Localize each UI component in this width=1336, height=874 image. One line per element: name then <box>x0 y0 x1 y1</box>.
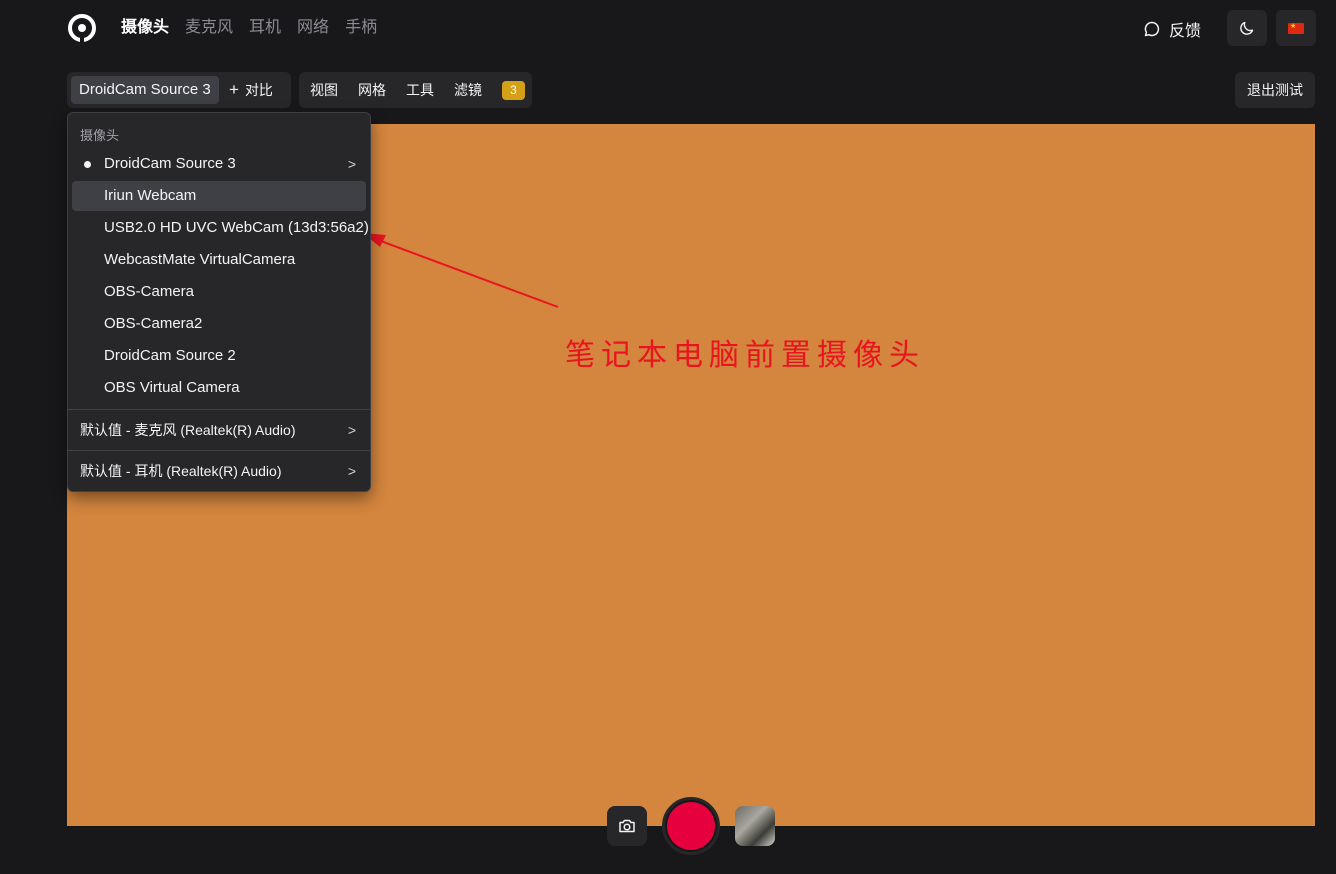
dropdown-header: 摄像头 <box>80 128 120 143</box>
annotation-text: 笔记本电脑前置摄像头 <box>565 338 925 373</box>
camera-option-iriun[interactable]: Iriun Webcam <box>72 181 366 211</box>
grid-button[interactable]: 网格 <box>358 80 386 100</box>
language-button[interactable] <box>1276 10 1316 46</box>
snapshot-button[interactable] <box>607 806 647 846</box>
camera-option-label: OBS Virtual Camera <box>104 379 240 396</box>
camera-option-usb-uvc[interactable]: USB2.0 HD UVC WebCam (13d3:56a2) <box>72 213 369 243</box>
headphone-submenu-label: 默认值 - 耳机 (Realtek(R) Audio) <box>80 463 282 479</box>
exit-test-button[interactable]: 退出测试 <box>1235 72 1315 108</box>
filter-button[interactable]: 滤镜 <box>454 80 482 100</box>
tab-microphone[interactable]: 麦克风 <box>185 17 233 39</box>
camera-option-label: Iriun Webcam <box>104 187 197 204</box>
microphone-submenu-label: 默认值 - 麦克风 (Realtek(R) Audio) <box>80 422 296 438</box>
compare-label: 对比 <box>244 82 273 98</box>
dropdown-divider <box>68 409 370 410</box>
filter-count-badge: 3 <box>502 80 525 100</box>
feedback-label: 反馈 <box>1169 23 1202 40</box>
china-flag-icon <box>1288 22 1304 34</box>
theme-toggle-button[interactable] <box>1227 10 1267 46</box>
camera-option-label: USB2.0 HD UVC WebCam (13d3:56a2) <box>104 219 369 236</box>
view-button[interactable]: 视图 <box>310 80 338 100</box>
camera-dropdown: 摄像头 DroidCam Source 3 > Iriun Webcam USB… <box>67 112 371 492</box>
chevron-right-icon: > <box>347 422 356 438</box>
camera-option-webcastmate[interactable]: WebcastMate VirtualCamera <box>72 245 366 275</box>
tab-gamepad[interactable]: 手柄 <box>345 17 377 39</box>
headphone-submenu[interactable]: 默认值 - 耳机 (Realtek(R) Audio) > <box>72 453 366 489</box>
camera-option-label: OBS-Camera2 <box>104 315 203 332</box>
last-capture-thumbnail[interactable] <box>735 806 775 846</box>
moon-icon <box>1240 21 1254 35</box>
tab-network[interactable]: 网络 <box>297 17 329 39</box>
record-button[interactable] <box>662 797 720 855</box>
dropdown-divider <box>68 450 370 451</box>
record-dot <box>667 802 715 850</box>
source-select-button[interactable]: DroidCam Source 3 <box>71 76 219 104</box>
camera-option-label: WebcastMate VirtualCamera <box>104 251 296 268</box>
tab-headphones[interactable]: 耳机 <box>249 17 281 39</box>
chevron-right-icon: > <box>347 156 356 172</box>
view-toolbar: 视图 网格 工具 滤镜 3 <box>299 72 532 108</box>
microphone-submenu[interactable]: 默认值 - 麦克风 (Realtek(R) Audio) > <box>72 412 366 448</box>
camera-option-obs-camera[interactable]: OBS-Camera <box>72 277 366 307</box>
tools-button[interactable]: 工具 <box>406 80 434 100</box>
compare-button[interactable]: + 对比 <box>229 76 273 104</box>
camera-option-label: DroidCam Source 2 <box>104 347 236 364</box>
camera-option-label: DroidCam Source 3 <box>104 155 236 172</box>
camera-option-droidcam-3[interactable]: DroidCam Source 3 > <box>72 149 366 179</box>
chevron-right-icon: > <box>347 463 356 479</box>
app-logo-icon[interactable] <box>67 13 97 43</box>
source-toolbar: DroidCam Source 3 + 对比 <box>67 72 291 108</box>
camera-option-label: OBS-Camera <box>104 283 195 300</box>
plus-icon: + <box>229 80 239 99</box>
main-nav: 摄像头 麦克风 耳机 网络 手柄 <box>121 17 377 39</box>
selected-dot-icon <box>84 161 91 168</box>
camera-option-droidcam-2[interactable]: DroidCam Source 2 <box>72 341 366 371</box>
top-bar: 摄像头 麦克风 耳机 网络 手柄 反馈 <box>0 0 1336 56</box>
camera-option-obs-virtual[interactable]: OBS Virtual Camera <box>72 373 366 403</box>
tab-camera[interactable]: 摄像头 <box>121 17 169 39</box>
camera-option-obs-camera2[interactable]: OBS-Camera2 <box>72 309 366 339</box>
camera-icon <box>619 819 635 833</box>
chat-bubble-icon <box>1144 21 1160 37</box>
feedback-button[interactable]: 反馈 <box>1143 17 1201 41</box>
